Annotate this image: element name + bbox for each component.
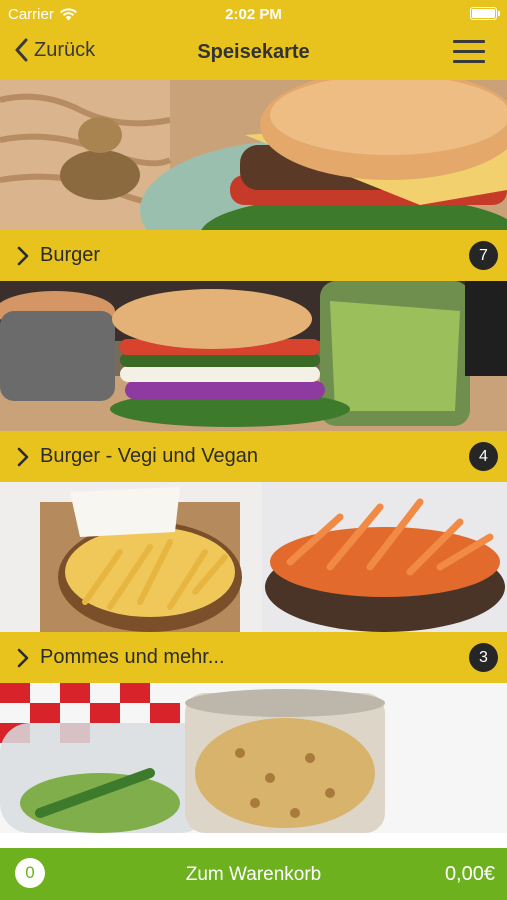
category-photo-burger [0, 80, 507, 230]
category-bar-pommes[interactable]: Pommes und mehr... 3 [0, 632, 507, 683]
cart-label: Zum Warenkorb [185, 864, 322, 885]
chevron-right-icon [17, 447, 29, 466]
item-count-badge: 3 [469, 643, 498, 672]
category-pommes[interactable]: Pommes und mehr... 3 [0, 482, 507, 683]
chevron-right-icon [17, 648, 29, 667]
chevron-right-icon [17, 246, 29, 265]
status-time: 2:02 PM [225, 6, 282, 23]
chevron-left-icon [15, 38, 28, 62]
category-list: Burger 7 Burger - Vegi und Vegan 4 Pomme… [0, 80, 507, 833]
category-label: Pommes und mehr... [40, 646, 225, 668]
status-bar: Carrier 2:02 PM [0, 0, 507, 28]
category-bar-burger[interactable]: Burger 7 [0, 230, 507, 281]
item-count-badge: 7 [469, 241, 498, 270]
category-photo-pommes [0, 482, 507, 632]
back-label: Zurück [34, 38, 96, 61]
category-burger-vegi-vegan[interactable]: Burger - Vegi und Vegan 4 [0, 281, 507, 482]
category-label: Burger - Vegi und Vegan [40, 445, 258, 467]
app-header: Carrier 2:02 PM Zurück Speisekarte [0, 0, 507, 80]
category-photo-salads [0, 683, 507, 833]
category-salads-partial[interactable] [0, 683, 507, 833]
category-photo-vegi-burger [0, 281, 507, 431]
hamburger-menu-icon[interactable] [453, 40, 485, 64]
back-button[interactable]: Zurück [14, 38, 95, 62]
category-bar-vegi-vegan[interactable]: Burger - Vegi und Vegan 4 [0, 431, 507, 482]
item-count-badge: 4 [469, 442, 498, 471]
battery-icon [470, 7, 500, 20]
category-label: Burger [40, 244, 101, 266]
navigation-bar: Zurück Speisekarte [0, 28, 507, 80]
category-burger[interactable]: Burger 7 [0, 80, 507, 281]
cart-total: 0,00€ [444, 863, 495, 885]
cart-button[interactable]: 0 Zum Warenkorb 0,00€ [0, 848, 507, 900]
